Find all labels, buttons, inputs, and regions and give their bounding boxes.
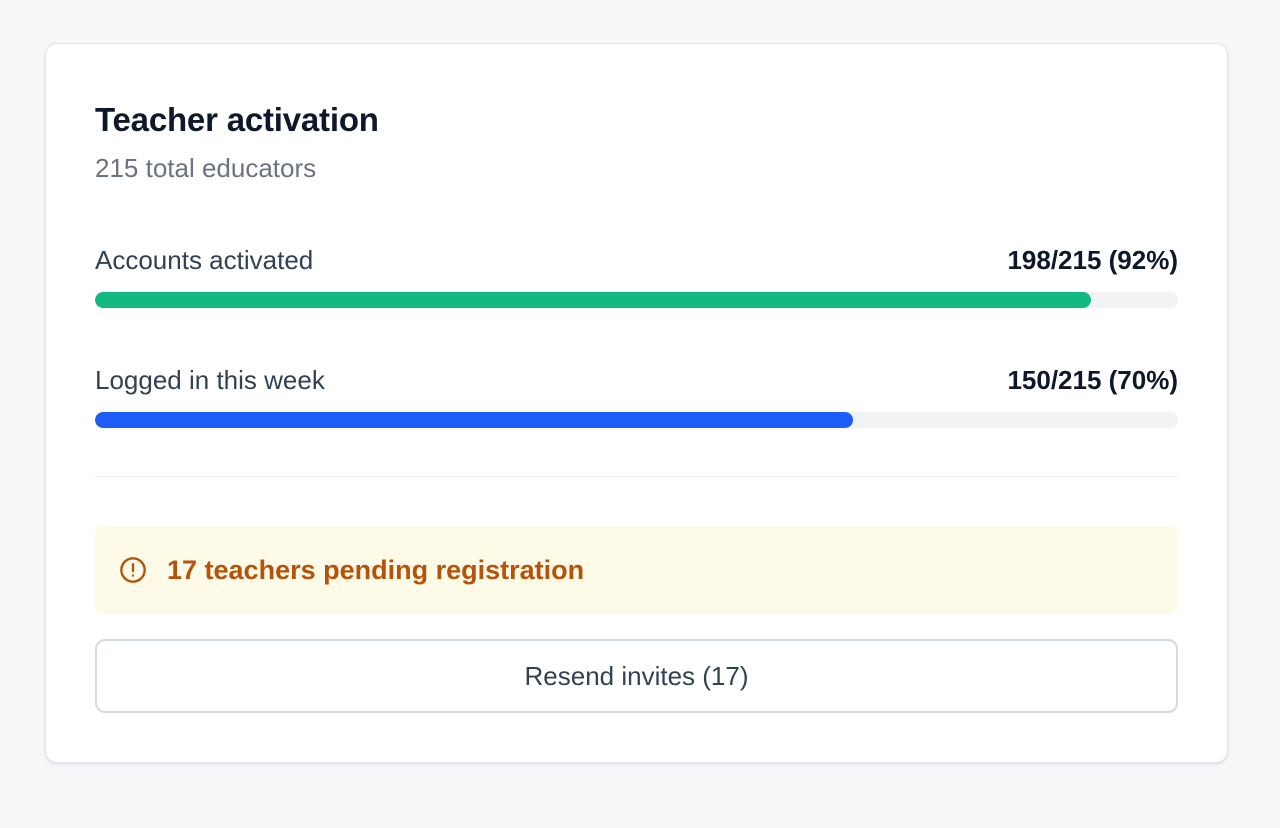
progress-track [95, 412, 1178, 428]
card-content: Teacher activation 215 total educators A… [95, 44, 1178, 762]
metric-label: Accounts activated [95, 245, 314, 275]
metric-accounts-activated: Accounts activated 198/215 (92%) [95, 244, 1178, 316]
metric-value: 150/215 (70%) [1007, 365, 1178, 395]
progress-track [95, 292, 1178, 308]
resend-invites-button[interactable]: Resend invites (17) [95, 639, 1178, 713]
metric-logged-in-this-week: Logged in this week 150/215 (70%) [95, 364, 1178, 436]
card-subtitle: 215 total educators [95, 153, 317, 183]
progress-fill [95, 412, 854, 428]
metric-value: 198/215 (92%) [1007, 245, 1178, 275]
alert-circle-icon [120, 557, 146, 583]
metric-label: Logged in this week [95, 365, 325, 395]
progress-fill [95, 292, 1092, 308]
teacher-activation-card: Teacher activation 215 total educators A… [45, 43, 1228, 763]
section-divider [95, 476, 1178, 477]
pending-registration-alert: 17 teachers pending registration [95, 526, 1178, 614]
alert-text: 17 teachers pending registration [167, 555, 585, 585]
card-title: Teacher activation [95, 101, 379, 138]
